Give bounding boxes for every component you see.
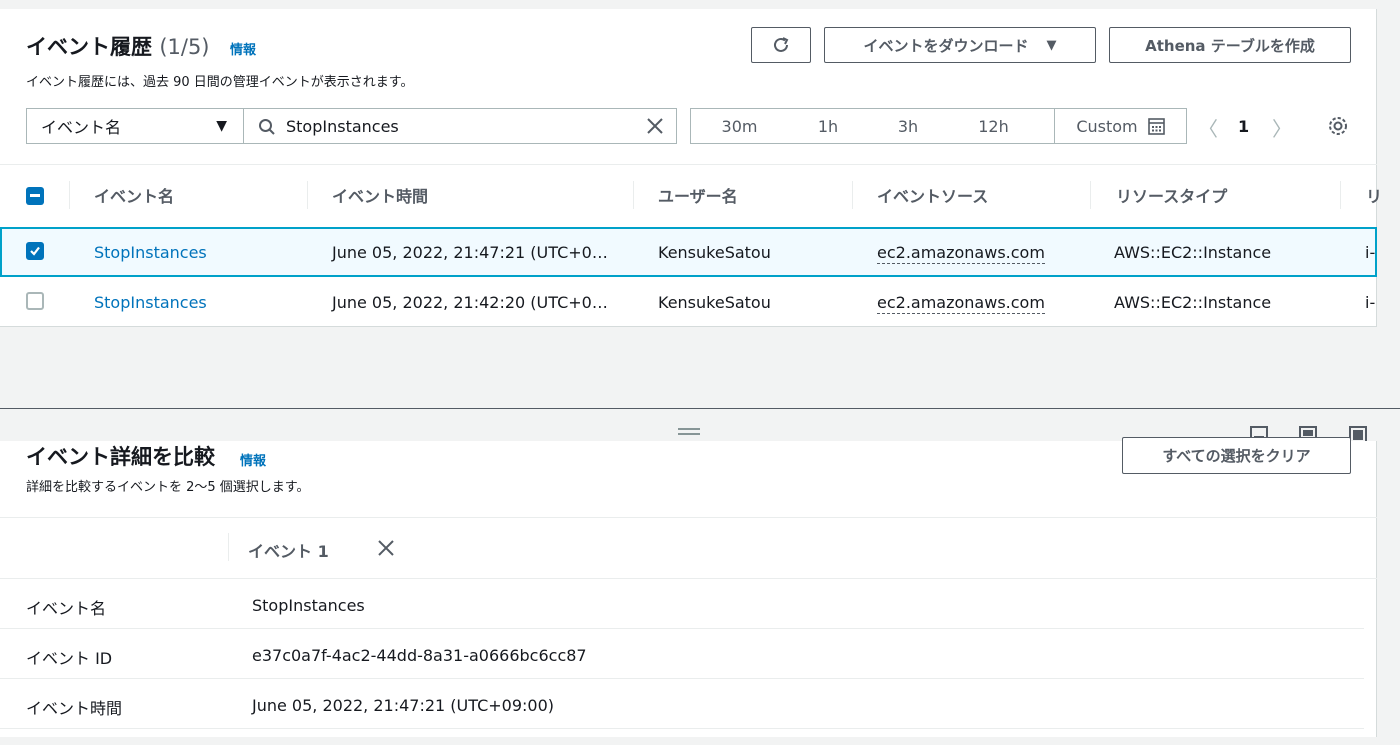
calendar-icon — [1147, 117, 1165, 135]
user-name: KensukeSatou — [658, 293, 771, 312]
filter-attribute-select[interactable]: イベント名 ▼ — [26, 108, 244, 144]
event-source[interactable]: ec2.amazonaws.com — [877, 243, 1045, 264]
page-title: イベント履歴 (1/5) — [26, 35, 210, 59]
time-range-12h[interactable]: 12h — [948, 109, 1039, 143]
select-all-checkbox[interactable] — [26, 187, 44, 205]
row-checkbox[interactable] — [26, 242, 44, 260]
resource-type: AWS::EC2::Instance — [1114, 293, 1272, 312]
download-events-button[interactable]: イベントをダウンロード ▼ — [824, 27, 1096, 63]
clear-all-selections-button[interactable]: すべての選択をクリア — [1122, 437, 1351, 474]
compare-title: イベント詳細を比較 — [26, 445, 215, 469]
next-page-icon[interactable]: 〉 — [1272, 113, 1292, 142]
clear-search-icon[interactable] — [646, 117, 664, 135]
time-range-3h[interactable]: 3h — [868, 109, 948, 143]
table-header: イベント名 イベント時間 ユーザー名 イベントソース リソースタイプ リ — [0, 164, 1382, 225]
column-event-name[interactable]: イベント名 — [94, 165, 174, 225]
compare-description: 詳細を比較するイベントを 2〜5 個選択します。 — [26, 480, 310, 495]
event-name-link[interactable]: StopInstances — [94, 293, 207, 312]
detail-label: イベント時間 — [26, 699, 123, 718]
resource-name: i- — [1365, 243, 1376, 262]
compare-column-header: イベント 1 — [248, 542, 329, 561]
search-field[interactable]: StopInstances — [243, 108, 677, 144]
table-row[interactable]: StopInstances June 05, 2022, 21:42:20 (U… — [0, 277, 1377, 327]
resource-type: AWS::EC2::Instance — [1114, 243, 1272, 262]
detail-event-time: June 05, 2022, 21:47:21 (UTC+09:00) — [252, 696, 555, 715]
page-description: イベント履歴には、過去 90 日間の管理イベントが表示されます。 — [26, 75, 414, 90]
table-row[interactable]: StopInstances June 05, 2022, 21:47:21 (U… — [0, 227, 1377, 277]
resource-name: i- — [1365, 293, 1376, 312]
page-number[interactable]: 1 — [1238, 117, 1249, 136]
time-range-1h[interactable]: 1h — [788, 109, 868, 143]
time-range-custom[interactable]: Custom — [1055, 109, 1186, 143]
caret-down-icon: ▼ — [216, 118, 227, 134]
info-link[interactable]: 情報 — [230, 39, 256, 58]
detail-label: イベント名 — [26, 599, 107, 618]
column-user-name[interactable]: ユーザー名 — [658, 165, 738, 225]
compare-events-panel: イベント詳細を比較 情報 詳細を比較するイベントを 2〜5 個選択します。 すべ… — [0, 437, 1377, 737]
time-range-30m[interactable]: 30m — [691, 109, 788, 143]
column-resource-name[interactable]: リ — [1366, 165, 1382, 225]
column-event-source[interactable]: イベントソース — [877, 165, 988, 225]
column-event-time[interactable]: イベント時間 — [332, 165, 428, 225]
search-icon — [259, 119, 275, 135]
row-checkbox[interactable] — [26, 292, 44, 310]
info-link[interactable]: 情報 — [240, 450, 266, 469]
detail-event-id: e37c0a7f-4ac2-44dd-8a31-a0666bc6cc87 — [252, 646, 587, 665]
event-source[interactable]: ec2.amazonaws.com — [877, 293, 1045, 314]
remove-event-icon[interactable] — [377, 539, 395, 557]
selection-count: (1/5) — [159, 35, 210, 59]
detail-event-name-link[interactable]: StopInstances — [252, 596, 365, 615]
settings-gear-icon[interactable] — [1327, 115, 1349, 137]
prev-page-icon[interactable]: 〈 — [1198, 113, 1218, 142]
user-name: KensukeSatou — [658, 243, 771, 262]
create-athena-table-button[interactable]: Athena テーブルを作成 — [1109, 27, 1351, 63]
event-time: June 05, 2022, 21:47:21 (UTC+0… — [332, 243, 608, 262]
event-history-panel: イベント履歴 (1/5) 情報 イベント履歴には、過去 90 日間の管理イベント… — [0, 9, 1382, 327]
refresh-icon — [774, 37, 789, 52]
search-input[interactable]: StopInstances — [286, 117, 399, 136]
event-name-link[interactable]: StopInstances — [94, 243, 207, 262]
event-time: June 05, 2022, 21:42:20 (UTC+0… — [332, 293, 608, 312]
caret-down-icon: ▼ — [1046, 37, 1057, 53]
column-resource-type[interactable]: リソースタイプ — [1116, 165, 1227, 225]
drag-handle-icon[interactable] — [678, 428, 700, 435]
detail-label: イベント ID — [26, 649, 113, 668]
split-divider[interactable] — [0, 408, 1400, 409]
time-range-selector: 30m 1h 3h 12h Custom — [690, 108, 1187, 144]
refresh-button[interactable] — [751, 27, 811, 63]
